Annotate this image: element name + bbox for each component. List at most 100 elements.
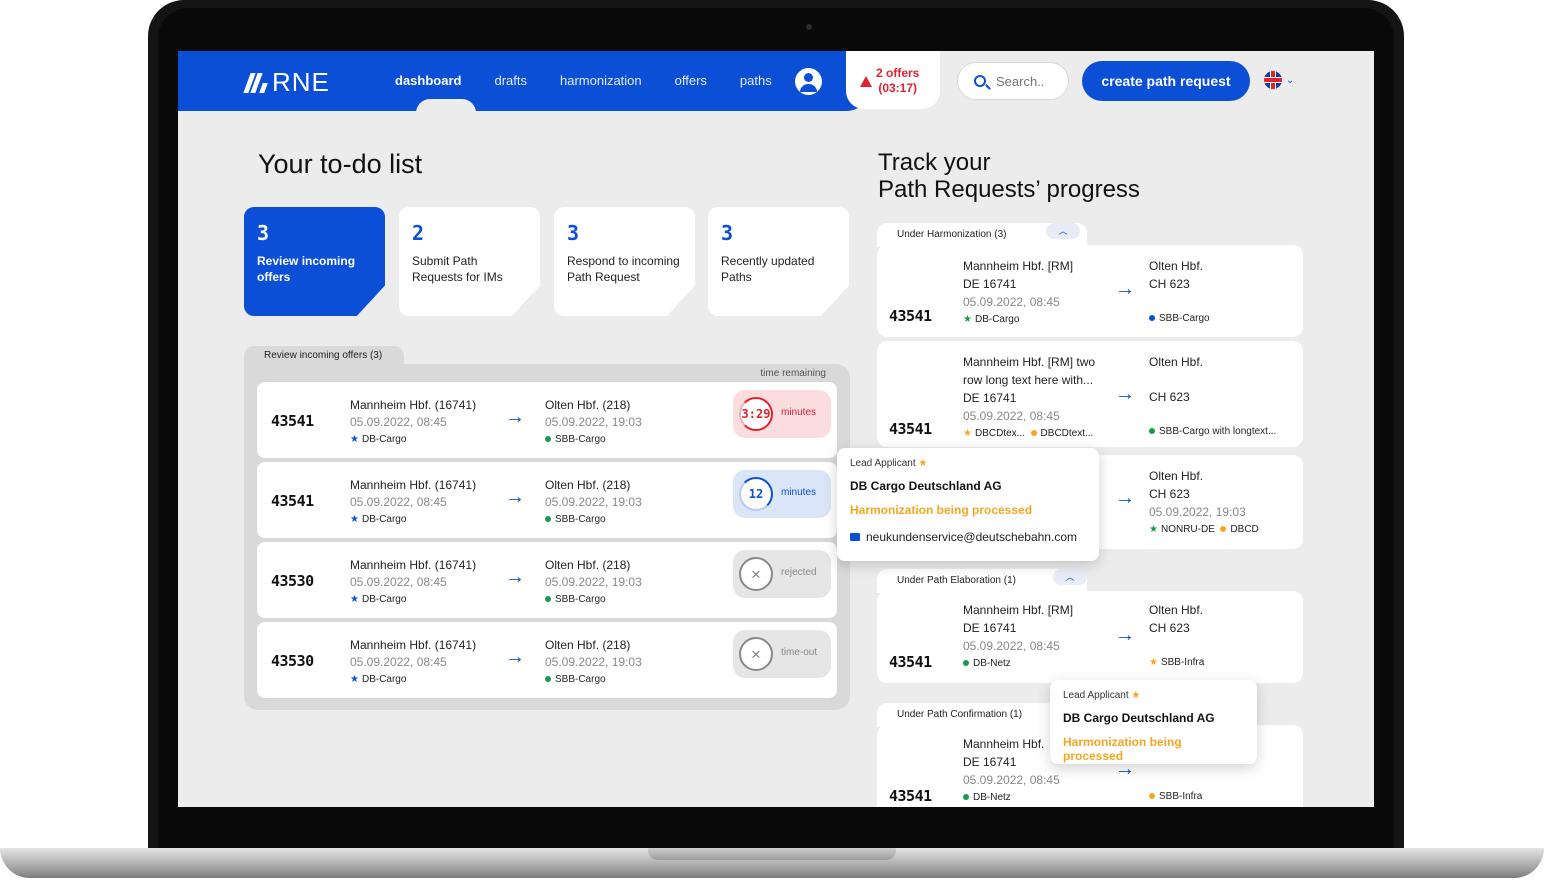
star-icon: ★: [1131, 690, 1141, 701]
dot-icon: [1149, 315, 1155, 322]
offers-alert[interactable]: 2 offers (03:17): [846, 51, 940, 109]
offer-destination: Olten Hbf. (218) 05.09.2022, 19:03 SBB-C…: [545, 477, 642, 528]
logo-text: RNE: [272, 67, 330, 97]
destination-time: 05.09.2022, 19:03: [1149, 505, 1246, 519]
origin-operator: DB-Cargo: [361, 674, 407, 685]
chevron-up-icon[interactable]: ︿: [1053, 569, 1087, 585]
destination-operator: SBB-Cargo: [555, 434, 606, 445]
laptop-notch: [648, 848, 896, 860]
star-icon: ★: [350, 434, 359, 445]
mail-icon: [850, 533, 860, 541]
offer-origin: Mannheim Hbf. (16741) 05.09.2022, 08:45 …: [350, 477, 476, 528]
destination-operator: SBB-Cargo: [555, 514, 606, 525]
origin-operator: DB-Netz: [973, 658, 1011, 669]
countdown-status: 12 minutes: [733, 470, 831, 518]
user-account-icon[interactable]: [795, 68, 822, 95]
tooltip-email[interactable]: neukundenservice@deutschebahn.com: [866, 530, 1077, 544]
star-icon: ★: [350, 674, 359, 685]
tooltip-lead-label: Lead Applicant: [850, 458, 916, 469]
destination-operator: SBB-Infra: [1159, 791, 1203, 802]
origin-station-cont: row long text here with...: [963, 373, 1094, 387]
offers-timer: (03:17): [878, 81, 918, 95]
arrow-right-icon: →: [1115, 383, 1135, 405]
lead-applicant-tooltip: Lead Applicant ★ DB Cargo Deutschland AG…: [1050, 680, 1257, 764]
countdown-ring: 3:29: [739, 397, 773, 431]
todo-card-submit-requests[interactable]: 2 Submit Path Requests for IMs: [399, 207, 540, 316]
origin-operator: DBCDtex...: [974, 428, 1025, 439]
nav-harmonization[interactable]: harmonization: [560, 73, 642, 88]
countdown-unit: minutes: [781, 487, 817, 498]
path-request-id: 43541: [889, 420, 932, 438]
dot-icon: [963, 794, 969, 801]
dot-icon: [545, 676, 551, 683]
todo-count: 2: [412, 221, 425, 245]
destination-code: CH 623: [1149, 487, 1190, 501]
offer-id: 43541: [271, 412, 314, 430]
pr-origin: Mannheim Hbf. DE 16741 05.09.2022, 08:45…: [963, 735, 1060, 807]
arrow-right-icon: →: [505, 406, 525, 428]
star-icon: ★: [1149, 657, 1158, 668]
path-request-card[interactable]: 43541 Mannheim Hbf. [RM] DE 16741 05.09.…: [877, 245, 1303, 337]
star-icon: ★: [350, 514, 359, 525]
dot-icon: [1149, 428, 1155, 435]
origin-time: 05.09.2022, 08:45: [963, 773, 1060, 787]
close-icon: ✕: [739, 557, 773, 591]
offers-count: 2 offers: [876, 66, 920, 80]
search-input[interactable]: [996, 74, 1062, 89]
origin-time: 05.09.2022, 08:45: [350, 415, 447, 429]
offer-destination: Olten Hbf. (218) 05.09.2022, 19:03 SBB-C…: [545, 397, 642, 448]
destination-station: Olten Hbf. (218): [545, 638, 631, 652]
origin-time: 05.09.2022, 08:45: [963, 639, 1060, 653]
track-title-line2: Path Requests’ progress: [878, 176, 1140, 203]
destination-station: Olten Hbf.: [1149, 603, 1204, 617]
language-selector[interactable]: ⌄: [1264, 71, 1294, 89]
destination-operator: SBB-Cargo with longtext...: [1159, 426, 1277, 437]
search-box[interactable]: [957, 62, 1069, 100]
nav-dashboard[interactable]: dashboard: [395, 73, 461, 88]
offer-row[interactable]: 43530 Mannheim Hbf. (16741) 05.09.2022, …: [257, 542, 837, 618]
star-icon: ★: [963, 314, 972, 325]
origin-operator: DB-Cargo: [361, 514, 407, 525]
dot-icon: [545, 596, 551, 603]
star-icon: ★: [963, 428, 972, 439]
lead-applicant-tooltip: Lead Applicant ★ DB Cargo Deutschland AG…: [837, 448, 1099, 561]
active-tab-indicator: [416, 99, 476, 113]
offer-origin: Mannheim Hbf. (16741) 05.09.2022, 08:45 …: [350, 397, 476, 448]
todo-label: Review incoming offers: [257, 254, 356, 284]
destination-operator: NONRU-DE: [1160, 524, 1215, 535]
rne-logo-icon: [243, 72, 268, 93]
rne-logo[interactable]: RNE: [243, 67, 330, 98]
pr-destination: Olten Hbf. CH 623 SBB-Cargo with longtex…: [1149, 353, 1276, 441]
offer-row[interactable]: 43530 Mannheim Hbf. (16741) 05.09.2022, …: [257, 622, 837, 698]
origin-operator: DB-Cargo: [361, 594, 407, 605]
offer-row[interactable]: 43541 Mannheim Hbf. (16741) 05.09.2022, …: [257, 382, 837, 458]
star-icon: ★: [1149, 524, 1158, 535]
nav-offers[interactable]: offers: [675, 73, 707, 88]
todo-card-updated-paths[interactable]: 3 Recently updated Paths: [708, 207, 849, 316]
star-icon: ★: [350, 594, 359, 605]
nav-paths[interactable]: paths: [740, 73, 772, 88]
path-request-card[interactable]: 43541 Mannheim Hbf. [RM] DE 16741 05.09.…: [877, 591, 1303, 683]
countdown-unit: minutes: [781, 407, 817, 418]
rejected-status: ✕ rejected: [733, 550, 831, 598]
origin-station: Mannheim Hbf. [RM]: [963, 603, 1074, 617]
status-label: rejected: [781, 567, 817, 578]
pr-destination: Olten Hbf. CH 623 05.09.2022, 19:03 ★ NON…: [1149, 467, 1259, 539]
camera-icon: [806, 24, 812, 30]
create-path-request-button[interactable]: create path request: [1082, 61, 1250, 101]
destination-operator: SBB-Cargo: [555, 594, 606, 605]
path-request-card[interactable]: 43541 Mannheim Hbf. [RM] two row long te…: [877, 341, 1303, 447]
tooltip-lead-label: Lead Applicant: [1063, 690, 1129, 701]
todo-count: 3: [567, 221, 580, 245]
nav-drafts[interactable]: drafts: [494, 73, 527, 88]
todo-card-review-offers[interactable]: 3 Review incoming offers: [244, 207, 385, 316]
todo-card-respond-requests[interactable]: 3 Respond to incoming Path Request: [554, 207, 695, 316]
offer-row[interactable]: 43541 Mannheim Hbf. (16741) 05.09.2022, …: [257, 462, 837, 538]
chevron-up-icon[interactable]: ︿: [1046, 223, 1080, 239]
pr-origin: Mannheim Hbf. [RM] DE 16741 05.09.2022, …: [963, 257, 1073, 329]
destination-time: 05.09.2022, 19:03: [545, 415, 642, 429]
arrow-right-icon: →: [1115, 278, 1135, 300]
dot-icon: [545, 436, 551, 443]
destination-time: 05.09.2022, 19:03: [545, 495, 642, 509]
